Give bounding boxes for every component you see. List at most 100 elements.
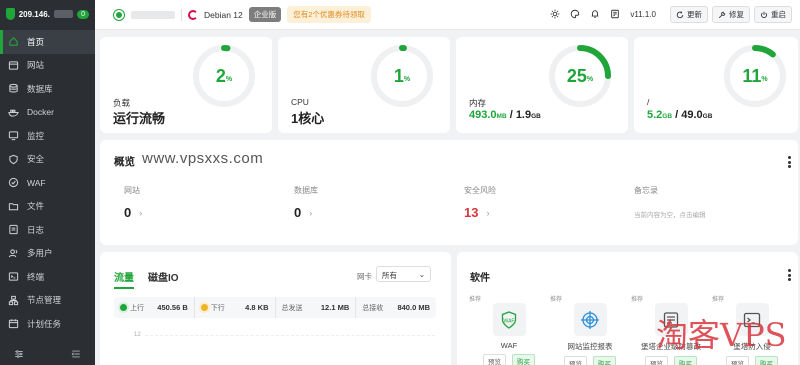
download-value: 4.8 KB bbox=[245, 303, 269, 312]
software-item-waf[interactable]: 推荐 WAF WAF 预览 购买 bbox=[469, 294, 549, 365]
overview-more-icon[interactable] bbox=[788, 156, 791, 170]
sidebar-item-websites[interactable]: 网站 bbox=[0, 54, 95, 78]
sidebar-item-label: Docker bbox=[27, 107, 54, 118]
disk-used: 5.2 bbox=[647, 109, 663, 121]
percent-unit: % bbox=[586, 75, 594, 83]
sidebar-item-home[interactable]: 首页 bbox=[0, 30, 95, 54]
recommend-tag: 推荐 bbox=[631, 297, 644, 303]
databases-label: 数据库 bbox=[294, 186, 318, 195]
software-more-icon[interactable] bbox=[788, 269, 791, 283]
traffic-panel: 流量 磁盘IO 网卡 所有 ⌄ 上行 450.56 B 下行 4.8 KB 总发送 1… bbox=[100, 252, 451, 365]
restart-button[interactable]: 重启 bbox=[754, 6, 792, 23]
preview-button[interactable]: 预览 bbox=[645, 356, 668, 365]
websites-value: 0 bbox=[124, 205, 132, 220]
sidebar-item-logs[interactable]: 日志 bbox=[0, 218, 95, 242]
websites-label: 网站 bbox=[124, 186, 140, 195]
disk-card[interactable]: 11% / 5.2GB / 49.0GB bbox=[634, 37, 798, 133]
theme-sun-icon[interactable] bbox=[550, 9, 560, 21]
site-monitor-icon bbox=[573, 303, 607, 336]
preview-button[interactable]: 预览 bbox=[564, 356, 587, 365]
sidebar-item-terminal[interactable]: 终端 bbox=[0, 265, 95, 289]
users-icon bbox=[8, 248, 19, 259]
os-label: Debian 12 bbox=[204, 9, 243, 20]
repair-button[interactable]: 修复 bbox=[712, 6, 750, 23]
sidebar-item-nodes[interactable]: 节点管理 bbox=[0, 289, 95, 313]
sidebar-item-files[interactable]: 文件 bbox=[0, 195, 95, 219]
settings-sliders-icon[interactable] bbox=[14, 349, 24, 361]
username-mask bbox=[131, 10, 175, 19]
collapse-menu-icon[interactable] bbox=[71, 349, 81, 361]
software-name: WAF bbox=[500, 341, 518, 350]
sidebar-item-monitor[interactable]: 监控 bbox=[0, 124, 95, 148]
enterprise-tag[interactable]: 企业版 bbox=[248, 7, 282, 22]
download-dot-icon bbox=[200, 304, 208, 312]
coupon-promo[interactable]: 您有2个优惠券待领取 bbox=[287, 6, 371, 23]
bell-icon[interactable] bbox=[590, 9, 600, 21]
chevron-right-icon: › bbox=[139, 207, 143, 218]
sidebar-item-cron[interactable]: 计划任务 bbox=[0, 312, 95, 336]
cpu-gauge: 1% bbox=[369, 43, 435, 109]
sidebar-item-label: 终端 bbox=[27, 271, 45, 282]
home-icon bbox=[8, 36, 19, 47]
overview-security-risk[interactable]: 安全风险 13 › bbox=[464, 185, 496, 220]
update-button[interactable]: 更新 bbox=[670, 6, 708, 23]
update-label: 更新 bbox=[687, 10, 702, 19]
memory-card[interactable]: 25% 内存 493.0MB / 1.9GB bbox=[456, 37, 628, 133]
shield-icon bbox=[8, 154, 19, 165]
disk-total-unit: GB bbox=[702, 113, 713, 120]
header-buttons: 更新 修复 重启 bbox=[670, 6, 792, 23]
overview-panel: 概览 www.vpsxxs.com 网站 0 › 数据库 0 › 安全风险 13 › … bbox=[100, 140, 798, 245]
total-received-value: 840.0 MB bbox=[397, 303, 430, 312]
chart-gridline bbox=[145, 335, 435, 336]
sidebar-item-users[interactable]: 多用户 bbox=[0, 242, 95, 266]
sidebar-footer bbox=[0, 349, 95, 361]
buy-button[interactable]: 购买 bbox=[674, 356, 697, 365]
sidebar-item-label: WAF bbox=[27, 177, 46, 188]
traffic-tabs: 流量 磁盘IO bbox=[114, 269, 179, 289]
cpu-card[interactable]: 1% CPU 1核心 bbox=[278, 37, 450, 133]
nodes-icon bbox=[8, 295, 19, 306]
memory-total-unit: GB bbox=[531, 113, 541, 120]
disk-total: 49.0 bbox=[681, 109, 703, 121]
buy-button[interactable]: 购买 bbox=[512, 354, 535, 365]
overview-websites[interactable]: 网站 0 › bbox=[124, 185, 142, 220]
software-name: 网站监控报表 bbox=[567, 342, 613, 351]
sidebar-item-database[interactable]: 数据库 bbox=[0, 77, 95, 101]
download-label: 下行 bbox=[210, 304, 225, 312]
docker-icon bbox=[8, 107, 19, 118]
total-sent-value: 12.1 MB bbox=[320, 303, 350, 312]
waf-icon bbox=[8, 177, 19, 188]
sidebar-item-security[interactable]: 安全 bbox=[0, 148, 95, 172]
sidebar-item-label: 安全 bbox=[27, 154, 45, 165]
notes-icon[interactable] bbox=[610, 9, 620, 21]
software-item-site-monitor[interactable]: 推荐 网站监控报表 预览 购买 bbox=[550, 294, 630, 365]
sidebar-item-waf[interactable]: WAF bbox=[0, 171, 95, 195]
disk-usage: 5.2GB / 49.0GB bbox=[647, 109, 713, 121]
site-watermark: www.vpsxxs.com bbox=[142, 150, 264, 167]
overview-memo[interactable]: 备忘录 当前内容为空，点击编辑 bbox=[634, 185, 706, 219]
waf-shield-icon: WAF bbox=[492, 303, 526, 336]
chevron-right-icon: › bbox=[309, 207, 313, 218]
databases-value: 0 bbox=[294, 205, 302, 220]
server-header[interactable]: 209.146. 0 bbox=[0, 0, 95, 28]
memory-label: 内存 bbox=[469, 98, 487, 108]
buy-button[interactable]: 购买 bbox=[593, 356, 616, 365]
avatar[interactable] bbox=[113, 8, 125, 21]
sidebar-item-label: 监控 bbox=[27, 130, 45, 141]
tab-disk-io[interactable]: 磁盘IO bbox=[148, 269, 179, 289]
software-actions: 预览 购买 bbox=[631, 356, 711, 365]
memo-hint: 当前内容为空，点击编辑 bbox=[634, 212, 706, 219]
log-icon bbox=[8, 224, 19, 235]
sidebar-item-docker[interactable]: Docker bbox=[0, 101, 95, 125]
preview-button[interactable]: 预览 bbox=[483, 354, 506, 365]
preview-button[interactable]: 预览 bbox=[726, 356, 749, 365]
load-card[interactable]: 2% 负载 运行流畅 bbox=[100, 37, 272, 133]
palette-icon[interactable] bbox=[570, 9, 580, 21]
notification-badge[interactable]: 0 bbox=[77, 9, 89, 19]
buy-button[interactable]: 购买 bbox=[755, 356, 778, 365]
security-risk-count: 13 › bbox=[464, 205, 496, 220]
overview-databases[interactable]: 数据库 0 › bbox=[294, 185, 318, 220]
header-actions: v11.1.0 更新 修复 重启 bbox=[550, 6, 792, 23]
nic-select[interactable]: 所有 ⌄ bbox=[376, 266, 431, 282]
tab-traffic[interactable]: 流量 bbox=[114, 269, 134, 289]
